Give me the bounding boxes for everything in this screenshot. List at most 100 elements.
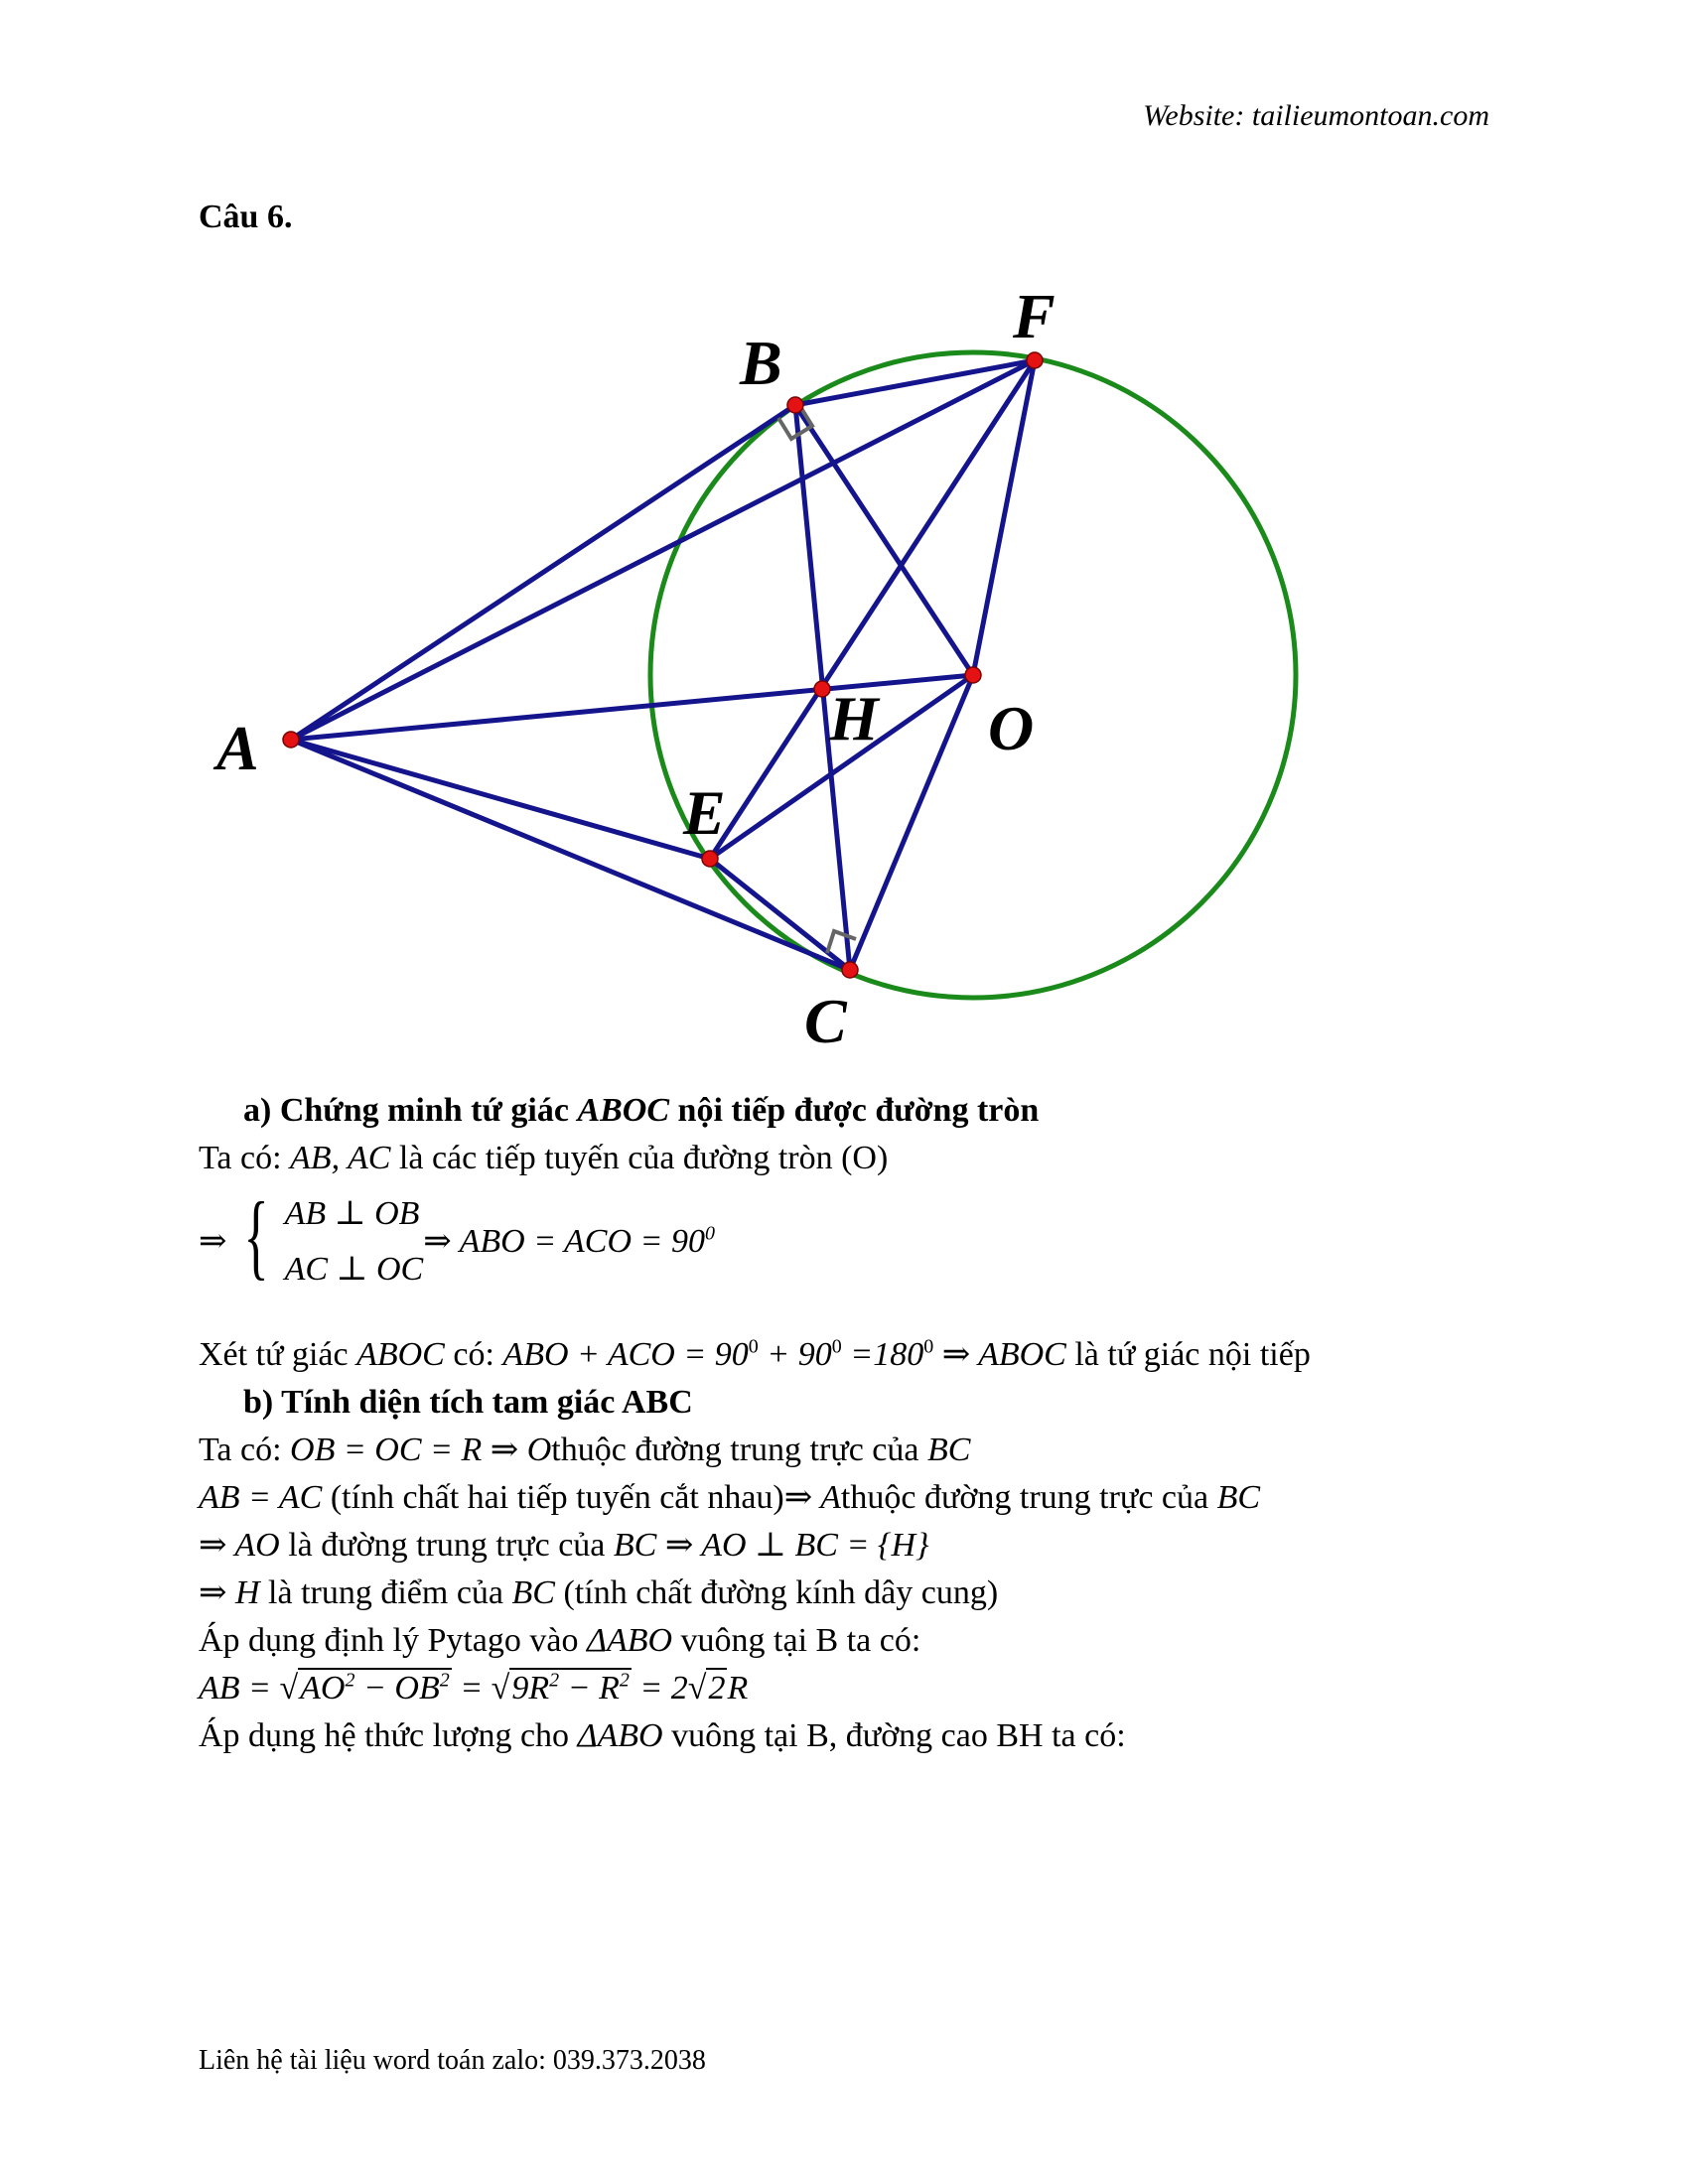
part-b-line2: AB = AC (tính chất hai tiếp tuyến cắt nh…	[199, 1474, 1519, 1522]
part-b-heading: b) Tính diện tích tam giác ABC	[243, 1384, 693, 1421]
exponent: 2	[549, 1669, 560, 1692]
math: + 90	[758, 1336, 832, 1373]
exponent: 2	[439, 1669, 450, 1692]
formula-part: AO	[300, 1670, 346, 1706]
formula-part: 9R	[511, 1670, 550, 1706]
system-line-2: AC ⊥ OC	[284, 1251, 424, 1288]
point-f	[1026, 351, 1044, 369]
formula-part: = √	[451, 1670, 510, 1706]
math: ΔABO	[586, 1622, 673, 1659]
brace: {	[242, 1182, 269, 1289]
part-b-line1: Ta có: OB = OC = R ⇒ Othuộc đường trung …	[199, 1427, 1519, 1474]
geometry-figure: A B F H O E C	[212, 281, 1299, 1056]
part-b-line4: ⇒ H là trung điểm của BC (tính chất đườn…	[199, 1570, 1519, 1617]
math: AB = AC	[199, 1479, 323, 1516]
solution-content: a) Chứng minh tứ giác ABOC nội tiếp được…	[199, 1087, 1519, 1760]
text: (tính chất đường kính dây cung)	[554, 1574, 999, 1611]
formula-part: − R	[559, 1670, 620, 1706]
math: ABO + ACO = 90	[502, 1336, 749, 1373]
segment-af	[289, 357, 1037, 743]
point-c	[841, 961, 859, 979]
text: Ta có:	[199, 1432, 291, 1468]
formula-part: − OB	[354, 1670, 440, 1706]
point-a	[282, 731, 300, 749]
label-a: A	[212, 713, 259, 783]
math: ABOC	[356, 1336, 445, 1373]
math: OB = OC = R ⇒ O	[290, 1432, 552, 1468]
formula-part: = 2√	[631, 1670, 707, 1706]
formula-part: R	[727, 1670, 749, 1706]
segment-bo	[792, 403, 976, 677]
text: là các tiếp tuyến của đường tròn (O)	[390, 1140, 889, 1176]
text: có:	[444, 1336, 503, 1373]
text: thuộc đường trung trực của	[840, 1479, 1217, 1516]
text: Ta có:	[199, 1140, 291, 1176]
formula-part: AB = √	[199, 1670, 299, 1706]
math: BC ⇒ AO ⊥ BC = {H}	[613, 1527, 929, 1564]
system-result: ⇒ ABO = ACO = 900	[423, 1221, 715, 1261]
part-a-heading: a) Chứng minh tứ giác ABOC nội tiếp được…	[199, 1087, 1519, 1135]
perpendicular-system: ⇒ { AB ⊥ OB AC ⊥ OC ⇒ ABO = ACO = 900	[199, 1186, 1519, 1296]
label-h: H	[828, 683, 881, 753]
point-b	[786, 396, 804, 414]
label-o: O	[988, 693, 1034, 763]
math: ⇒ ABOC	[933, 1336, 1066, 1373]
text: thuộc đường trung trực của	[551, 1432, 927, 1468]
question-title: Câu 6.	[199, 199, 293, 235]
result: ⇒ ABO = ACO = 90	[423, 1223, 705, 1260]
text: Xét tứ giác	[199, 1336, 357, 1373]
segment-ae	[290, 737, 711, 862]
math: BC	[511, 1574, 555, 1611]
degree: 0	[831, 1335, 842, 1358]
part-a-heading-text: a) Chứng minh tứ giác	[243, 1092, 578, 1129]
point-h	[813, 680, 831, 698]
segment-ab	[289, 402, 797, 743]
website-header: Website: tailieumontoan.com	[1143, 99, 1489, 132]
text: Áp dụng định lý Pytago vào	[199, 1622, 587, 1659]
figure-points	[282, 351, 1044, 979]
part-a-line1: Ta có: AB, AC là các tiếp tuyến của đườn…	[199, 1135, 1519, 1182]
math: BC	[1216, 1479, 1261, 1516]
part-a-heading-math: ABOC	[577, 1092, 670, 1129]
math: ΔABO	[577, 1717, 663, 1754]
math: ⇒ H	[199, 1574, 260, 1611]
pythagoras-formula: AB = √AO2 − OB2 = √9R2 − R2 = 2√2R	[199, 1665, 1519, 1712]
implies-symbol: ⇒	[199, 1223, 227, 1260]
footer-contact: Liên hệ tài liệu word toán zalo: 039.373…	[199, 2045, 706, 2076]
part-a-xet-line: Xét tứ giác ABOC có: ABO + ACO = 900 + 9…	[199, 1331, 1519, 1379]
text: vuông tại B ta có:	[672, 1622, 921, 1659]
part-b-line3: ⇒ AO là đường trung trực của BC ⇒ AO ⊥ B…	[199, 1522, 1519, 1570]
label-b: B	[739, 328, 782, 398]
math: AB, AC	[290, 1140, 391, 1176]
math: ⇒ AO	[199, 1527, 280, 1564]
text: là trung điểm của	[259, 1574, 512, 1611]
point-e	[701, 850, 719, 868]
part-a-heading-suffix: nội tiếp được đường tròn	[669, 1092, 1040, 1129]
text: Áp dụng hệ thức lượng cho	[199, 1717, 578, 1754]
radicand-1: AO2 − OB2	[298, 1668, 452, 1706]
degree: 0	[704, 1222, 715, 1245]
degree: 0	[923, 1335, 934, 1358]
text: vuông tại B, đường cao BH ta có:	[662, 1717, 1126, 1754]
point-o	[964, 666, 982, 684]
part-b-line7: Áp dụng hệ thức lượng cho ΔABO vuông tại…	[199, 1712, 1519, 1760]
label-f: F	[1012, 281, 1055, 351]
math: BC	[926, 1432, 971, 1468]
part-b-line5: Áp dụng định lý Pytago vào ΔABO vuông tạ…	[199, 1617, 1519, 1665]
right-angle-c	[825, 928, 857, 954]
math: =180	[841, 1336, 924, 1373]
math: ⇒ A	[783, 1479, 841, 1516]
system-line-1: AB ⊥ OB	[284, 1195, 420, 1232]
text: là đường trung trực của	[279, 1527, 614, 1564]
radicand-2: 9R2 − R2	[509, 1668, 632, 1706]
exponent: 2	[619, 1669, 630, 1692]
figure-lines	[289, 357, 1038, 973]
label-e: E	[682, 777, 726, 848]
exponent: 2	[345, 1669, 355, 1692]
text: (tính chất hai tiếp tuyến cắt nhau)	[322, 1479, 784, 1516]
label-c: C	[804, 986, 848, 1056]
degree: 0	[748, 1335, 759, 1358]
system-lines: AB ⊥ OB AC ⊥ OC	[285, 1193, 424, 1289]
radicand-3: 2	[706, 1668, 728, 1706]
text: là tứ giác nội tiếp	[1065, 1336, 1311, 1373]
